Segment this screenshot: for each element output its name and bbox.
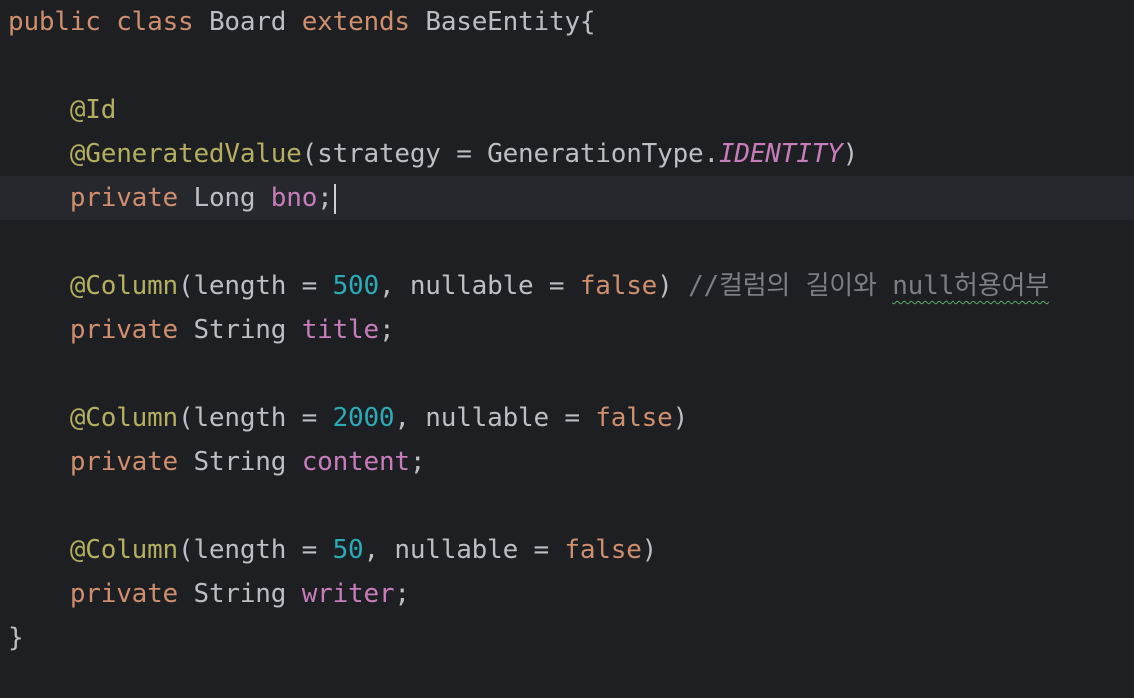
paren-open: ( [301, 139, 318, 169]
keyword-private: private [69, 579, 179, 609]
column-args-end: ) [672, 403, 689, 433]
code-editor[interactable]: public class Board extends BaseEntity{ @… [0, 0, 1134, 698]
column-args-start: (length = [178, 271, 333, 301]
field-bno: bno [270, 183, 318, 213]
type-string: String [193, 315, 287, 345]
length-value: 50 [332, 535, 364, 565]
length-value: 500 [332, 271, 380, 301]
field-writer: writer [301, 579, 395, 609]
field-content: content [301, 447, 410, 477]
comment-text-suffix: 허용여부 [954, 271, 1049, 301]
comment-text: //컬럼의 길이와 [688, 271, 893, 301]
nullable-value: false [595, 403, 673, 433]
type-string: String [193, 579, 287, 609]
keyword-class: class [116, 7, 194, 37]
nullable-value: false [564, 535, 642, 565]
semicolon: ; [317, 183, 333, 213]
keyword-private: private [69, 183, 179, 213]
brace-close: } [8, 623, 24, 653]
annotation-column: @Column [69, 535, 179, 565]
code-line-id-annotation[interactable]: @Id [0, 88, 1134, 132]
field-title: title [301, 315, 379, 345]
column-args-end: ) [641, 535, 658, 565]
semicolon: ; [378, 315, 395, 345]
semicolon: ; [394, 579, 410, 609]
column-args-mid: , nullable = [378, 271, 580, 301]
type-long: Long [193, 183, 256, 213]
comment-typo-word: null [892, 271, 955, 301]
length-value: 2000 [332, 403, 395, 433]
code-line-column-content[interactable]: @Column(length = 2000, nullable = false) [0, 396, 1134, 440]
annotation-column: @Column [69, 271, 179, 301]
paren-close: ) [842, 139, 859, 169]
keyword-public: public [8, 7, 101, 37]
column-args-start: (length = [178, 403, 333, 433]
annotation-column: @Column [69, 403, 179, 433]
text-caret [333, 183, 336, 214]
column-args-end: ) [657, 271, 673, 301]
brace-open: { [579, 7, 596, 37]
param-strategy: strategy [317, 139, 441, 169]
annotation-id: @Id [69, 95, 117, 125]
code-line-field-content[interactable]: private String content; [0, 440, 1134, 484]
code-line-field-title[interactable]: private String title; [0, 308, 1134, 352]
generation-type: GenerationType. [487, 139, 719, 169]
super-class-name: BaseEntity [425, 7, 580, 37]
class-name: Board [208, 7, 287, 37]
keyword-private: private [69, 315, 179, 345]
keyword-private: private [69, 447, 179, 477]
semicolon: ; [409, 447, 426, 477]
column-args-mid: , nullable = [394, 403, 596, 433]
type-string: String [193, 447, 287, 477]
code-line-class-declaration[interactable]: public class Board extends BaseEntity{ [0, 0, 1134, 44]
code-line-field-bno[interactable]: private Long bno; [0, 176, 1134, 220]
code-line-field-writer[interactable]: private String writer; [0, 572, 1134, 616]
code-line-class-end[interactable]: } [0, 616, 1134, 660]
keyword-extends: extends [301, 7, 410, 37]
annotation-generated-value: @GeneratedValue [69, 139, 302, 169]
assign-operator: = [440, 139, 488, 169]
code-line-column-title[interactable]: @Column(length = 500, nullable = false) … [0, 264, 1134, 308]
column-args-mid: , nullable = [363, 535, 565, 565]
code-line-generated-value[interactable]: @GeneratedValue(strategy = GenerationTyp… [0, 132, 1134, 176]
code-line-column-writer[interactable]: @Column(length = 50, nullable = false) [0, 528, 1134, 572]
constant-identity: IDENTITY [718, 139, 843, 169]
nullable-value: false [579, 271, 658, 301]
column-args-start: (length = [178, 535, 333, 565]
